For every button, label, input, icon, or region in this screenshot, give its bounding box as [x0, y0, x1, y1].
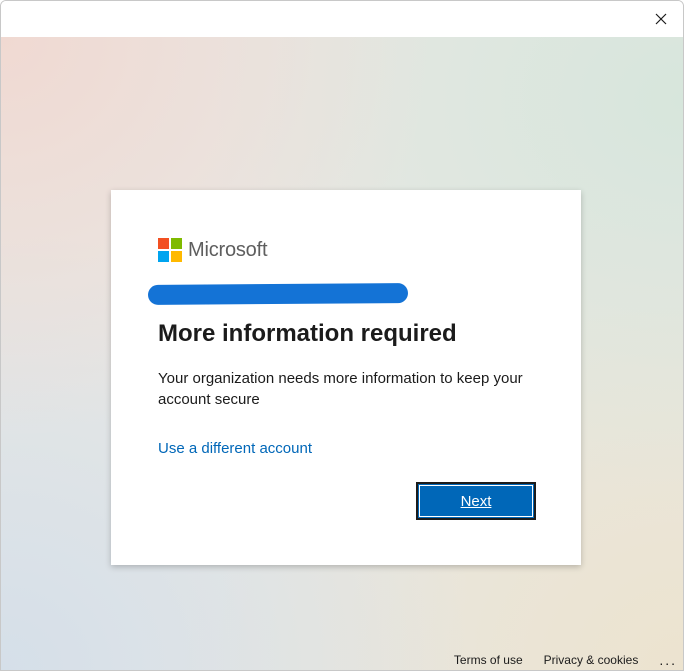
page-title: More information required — [158, 320, 457, 347]
microsoft-logo-icon — [158, 238, 182, 262]
sign-in-card: Microsoft More information required Your… — [111, 190, 581, 565]
dialog-window: Microsoft More information required Your… — [0, 0, 684, 671]
use-different-account-link[interactable]: Use a different account — [158, 440, 312, 457]
background: Microsoft More information required Your… — [1, 37, 683, 670]
logo-square-green — [171, 238, 182, 249]
close-button[interactable] — [645, 5, 677, 33]
terms-of-use-link[interactable]: Terms of use — [454, 653, 523, 667]
close-icon — [655, 13, 667, 25]
description-text: Your organization needs more information… — [158, 370, 523, 408]
logo-square-red — [158, 238, 169, 249]
next-button[interactable]: Next — [416, 482, 536, 520]
redacted-account-identifier — [147, 283, 409, 305]
brand-name: Microsoft — [188, 238, 268, 261]
privacy-cookies-link[interactable]: Privacy & cookies — [544, 653, 639, 667]
title-bar — [1, 1, 683, 37]
footer: Terms of use Privacy & cookies ... — [454, 648, 683, 670]
microsoft-logo: Microsoft — [158, 238, 268, 262]
more-options-button[interactable]: ... — [659, 652, 677, 668]
logo-square-yellow — [171, 251, 182, 262]
logo-square-blue — [158, 251, 169, 262]
